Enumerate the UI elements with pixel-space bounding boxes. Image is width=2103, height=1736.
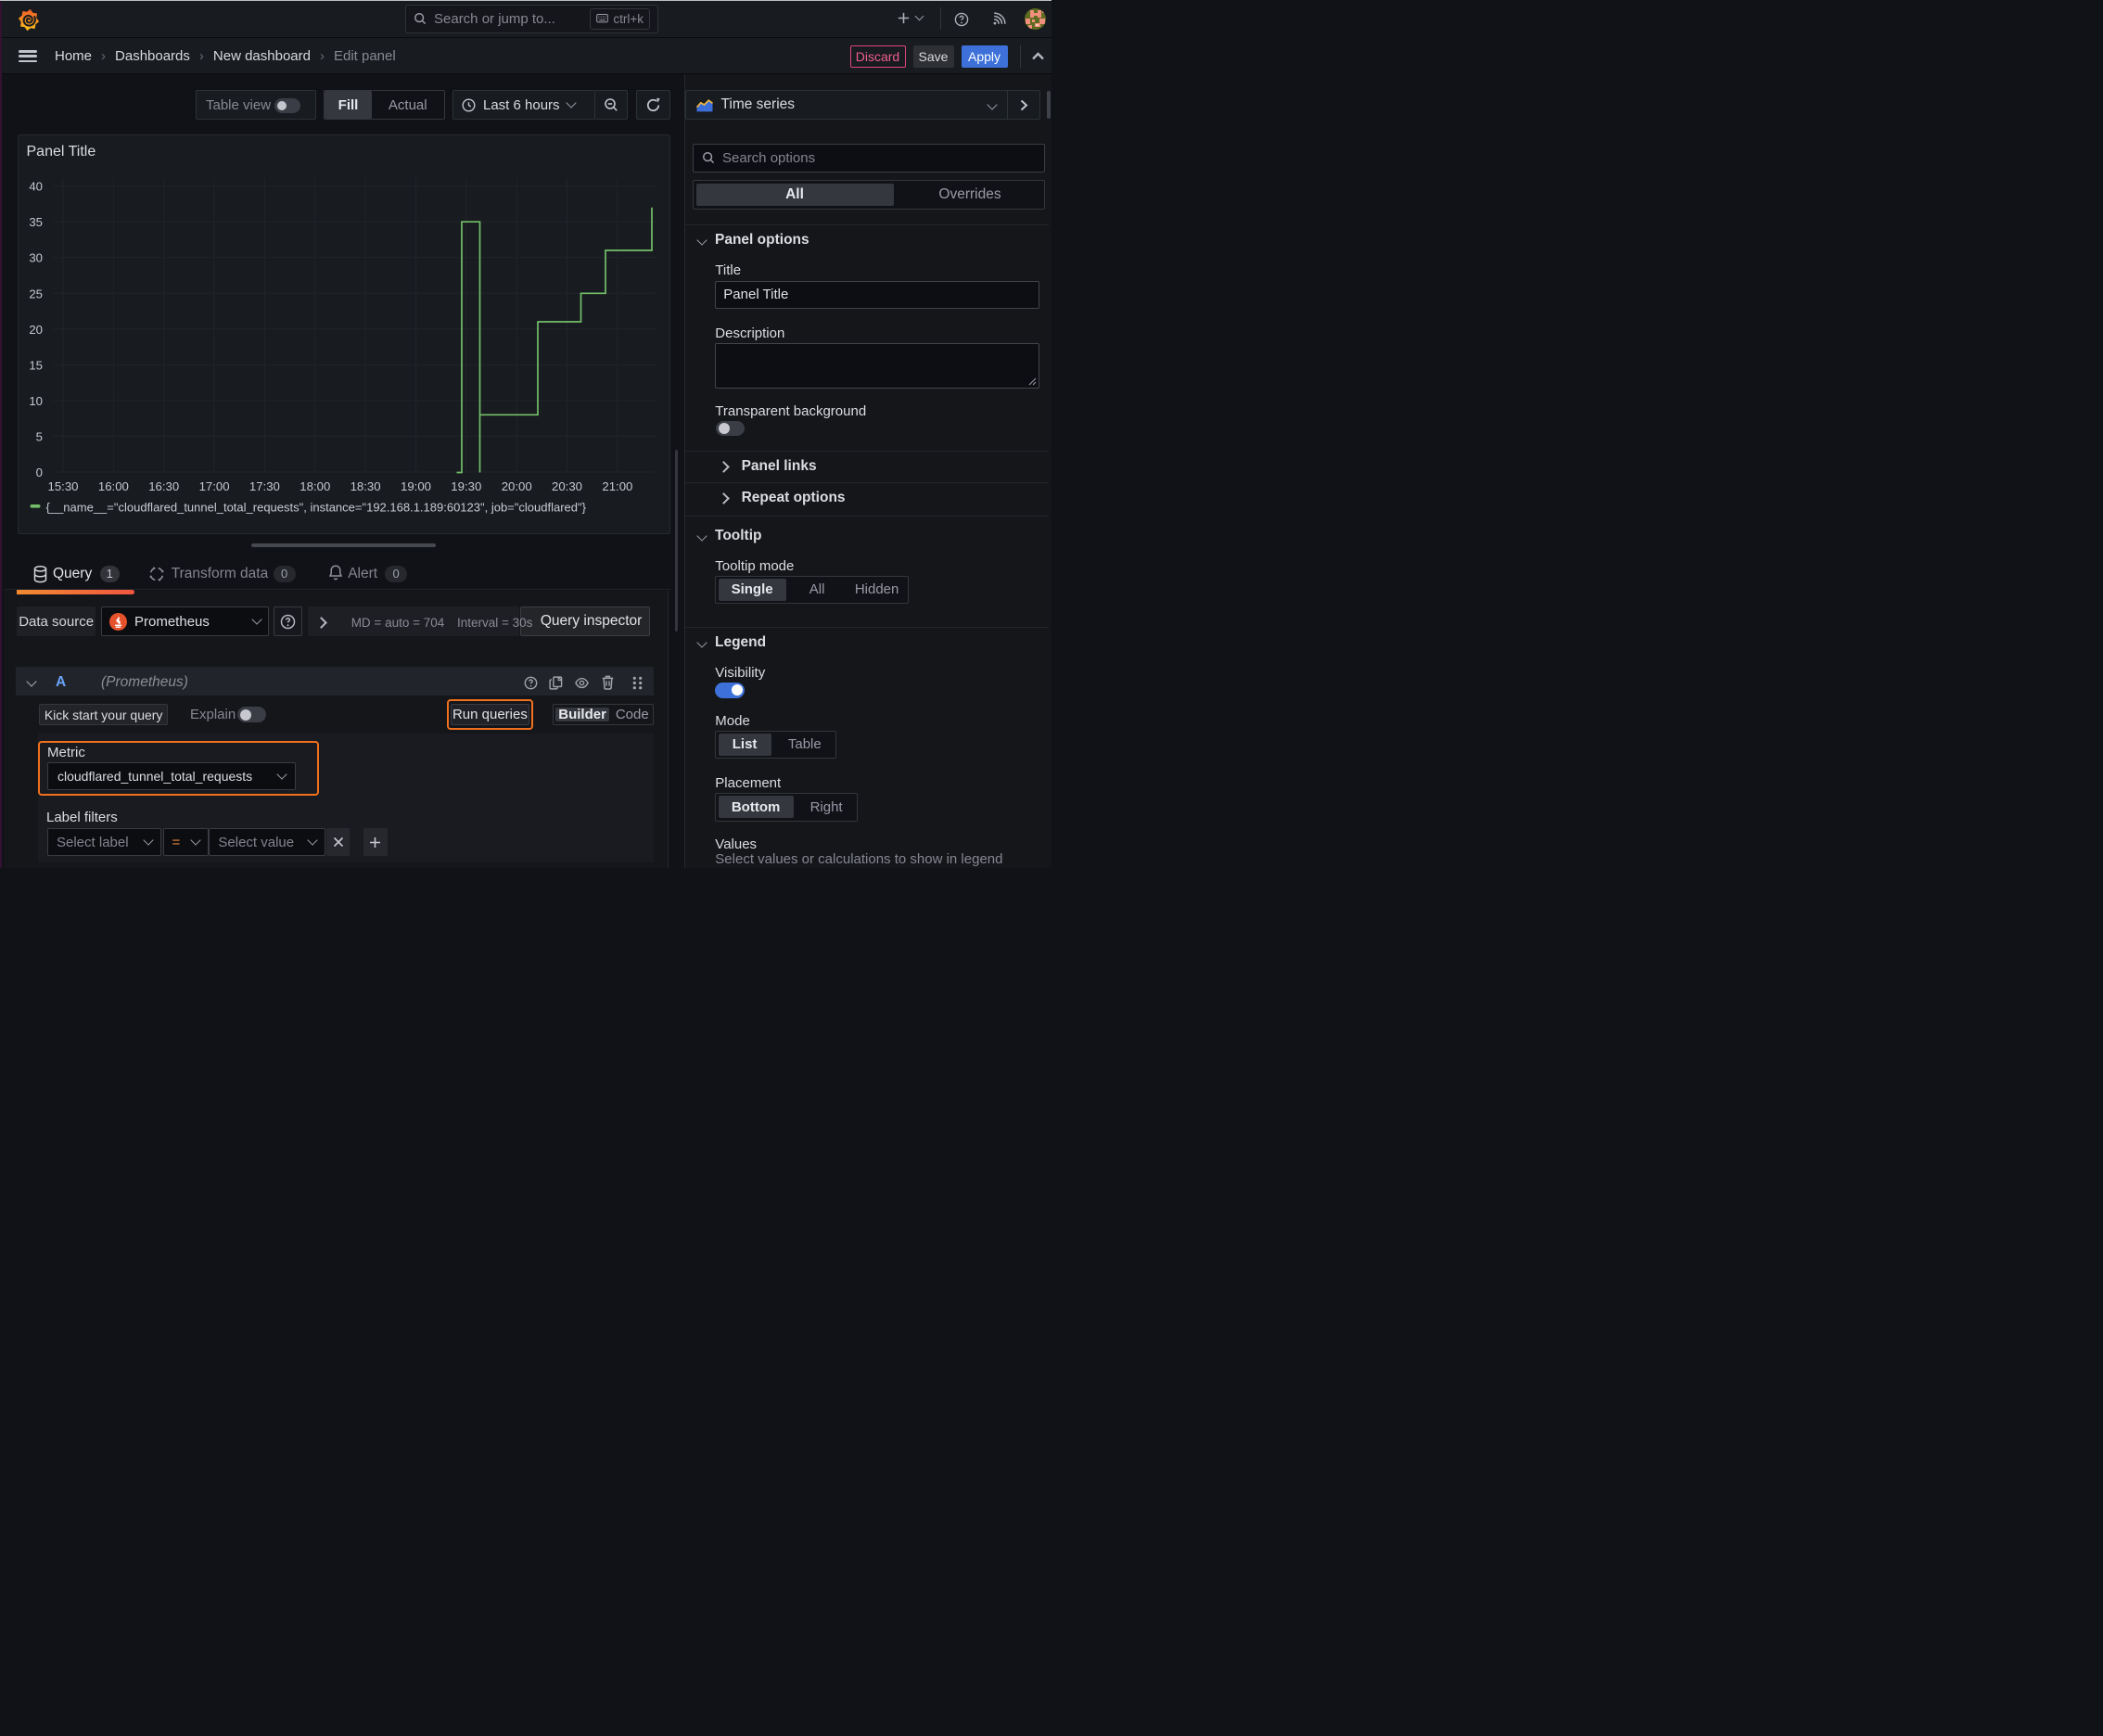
svg-text:18:00: 18:00 <box>300 479 330 493</box>
svg-text:25: 25 <box>29 287 43 300</box>
svg-text:16:00: 16:00 <box>97 479 128 493</box>
svg-text:5: 5 <box>35 429 42 443</box>
svg-text:17:30: 17:30 <box>249 479 279 493</box>
svg-text:16:30: 16:30 <box>148 479 179 493</box>
svg-text:10: 10 <box>29 394 43 408</box>
svg-text:30: 30 <box>29 251 43 265</box>
svg-text:40: 40 <box>29 180 43 194</box>
svg-text:35: 35 <box>29 215 43 229</box>
svg-text:Panel Title: Panel Title <box>26 144 96 160</box>
svg-text:{__name__="cloudflared_tunnel_: {__name__="cloudflared_tunnel_total_requ… <box>45 501 586 515</box>
svg-text:15: 15 <box>29 358 43 372</box>
svg-text:20:00: 20:00 <box>501 479 531 493</box>
svg-text:20: 20 <box>29 323 43 337</box>
svg-text:15:30: 15:30 <box>47 479 78 493</box>
svg-text:17:00: 17:00 <box>198 479 229 493</box>
svg-text:21:00: 21:00 <box>602 479 632 493</box>
svg-text:19:00: 19:00 <box>400 479 430 493</box>
svg-text:19:30: 19:30 <box>451 479 481 493</box>
svg-text:18:30: 18:30 <box>350 479 380 493</box>
svg-text:0: 0 <box>35 466 42 479</box>
svg-text:20:30: 20:30 <box>551 479 581 493</box>
